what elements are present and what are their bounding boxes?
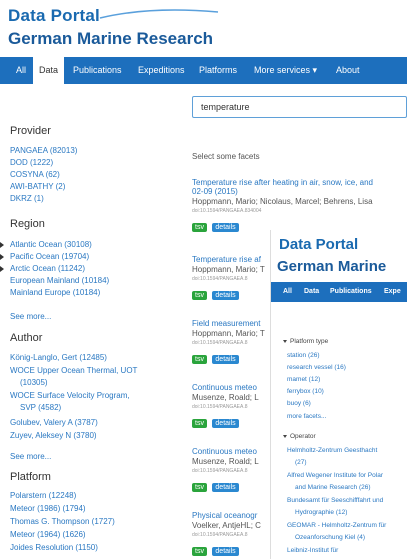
inset-nav: All Data Publications Expe [271, 282, 407, 302]
provider-item[interactable]: COSYNA (62) [10, 170, 60, 179]
operator-item[interactable]: Bundesamt für Seeschifffahrt und [287, 497, 383, 504]
inset-logo-title[interactable]: Data Portal [279, 236, 358, 253]
search-input[interactable] [192, 96, 407, 118]
operator-item[interactable]: GEOMAR - Helmholtz-Zentrum für [287, 522, 386, 529]
tsv-button[interactable]: tsv [192, 223, 207, 232]
operator-label[interactable]: Operator [283, 433, 316, 440]
tsv-button[interactable]: tsv [192, 291, 207, 300]
nav-platforms[interactable]: Platforms [193, 57, 243, 84]
platform-type-label[interactable]: Platform type [283, 338, 328, 345]
platform-type-item[interactable]: ferrybox (10) [287, 388, 324, 395]
details-button[interactable]: details [212, 355, 239, 364]
main-nav: All Data Publications Expeditions Platfo… [0, 57, 407, 84]
region-see-more[interactable]: See more... [10, 312, 51, 321]
logo-swoosh-icon [99, 9, 219, 19]
nav-more-services[interactable]: More services ▾ [248, 57, 323, 84]
platform-type-item[interactable]: mamet (12) [287, 376, 320, 383]
platform-item[interactable]: Meteor (1964) (1626) [10, 530, 86, 539]
collapse-arrow-icon[interactable] [283, 434, 287, 438]
header: Data Portal German Marine Research [0, 0, 407, 56]
operator-item[interactable]: Helmholtz-Zentrum Geesthacht [287, 447, 377, 454]
operator-item-cont[interactable]: and Marine Research (26) [295, 484, 371, 491]
region-item[interactable]: Mainland Europe (10184) [10, 288, 100, 297]
region-item[interactable]: Pacific Ocean (19704) [0, 252, 89, 261]
nav-publications[interactable]: Publications [67, 57, 128, 84]
result-title[interactable]: Temperature rise after heating in air, s… [192, 178, 407, 187]
operator-item[interactable]: Alfred Wegener Institute for Polar [287, 472, 383, 479]
details-button[interactable]: details [212, 291, 239, 300]
nav-data[interactable]: Data [33, 57, 65, 84]
operator-item-cont[interactable]: Ozeanforschung Kiel (4) [295, 534, 365, 541]
select-facets-hint: Select some facets [192, 152, 260, 161]
author-item-cont[interactable]: SVP (4582) [20, 403, 61, 412]
expand-arrow-icon[interactable] [0, 266, 4, 272]
inset-panel: Data Portal German Marine All Data Publi… [270, 230, 407, 559]
logo-subtitle[interactable]: German Marine Research [8, 29, 213, 49]
platform-type-item[interactable]: buoy (6) [287, 400, 311, 407]
nav-about[interactable]: About [330, 57, 366, 84]
author-item[interactable]: WOCE Upper Ocean Thermal, UOT [10, 366, 137, 375]
operator-item[interactable]: Leibniz-Institut für [287, 547, 338, 554]
author-item-cont[interactable]: (10305) [20, 378, 48, 387]
provider-item[interactable]: DKRZ (1) [10, 194, 44, 203]
author-item[interactable]: Zuyev, Aleksey N (3780) [10, 431, 97, 440]
result-item: Temperature rise after heating in air, s… [192, 178, 407, 232]
details-button[interactable]: details [212, 223, 239, 232]
region-item[interactable]: European Mainland (10184) [10, 276, 109, 285]
platform-type-item[interactable]: research vessel (16) [287, 364, 346, 371]
nav-expeditions[interactable]: Expeditions [132, 57, 191, 84]
more-facets-link[interactable]: more facets... [287, 413, 326, 420]
operator-item-cont[interactable]: Hydrographie (12) [295, 509, 347, 516]
provider-item[interactable]: AWI-BATHY (2) [10, 182, 65, 191]
tsv-button[interactable]: tsv [192, 547, 207, 556]
inset-nav-data[interactable]: Data [304, 282, 319, 302]
inset-nav-publications[interactable]: Publications [330, 282, 372, 302]
expand-arrow-icon[interactable] [0, 254, 4, 260]
details-button[interactable]: details [212, 419, 239, 428]
tsv-button[interactable]: tsv [192, 419, 207, 428]
platform-item[interactable]: Polarstern (12248) [10, 491, 76, 500]
details-button[interactable]: details [212, 547, 239, 556]
result-title-cont[interactable]: 02-09 (2015) [192, 187, 407, 196]
author-item[interactable]: König-Langlo, Gert (12485) [10, 353, 107, 362]
provider-item[interactable]: DOD (1222) [10, 158, 53, 167]
platform-item[interactable]: Joides Resolution (1150) [10, 543, 98, 552]
platform-item[interactable]: Meteor (1986) (1794) [10, 504, 86, 513]
inset-nav-all[interactable]: All [283, 282, 292, 302]
platform-title: Platform [10, 471, 51, 483]
author-see-more[interactable]: See more... [10, 452, 51, 461]
author-title: Author [10, 332, 43, 344]
collapse-arrow-icon[interactable] [283, 339, 287, 343]
region-title: Region [10, 218, 45, 230]
details-button[interactable]: details [212, 483, 239, 492]
platform-item[interactable]: Thomas G. Thompson (1727) [10, 517, 115, 526]
tsv-button[interactable]: tsv [192, 355, 207, 364]
nav-all[interactable]: All [10, 57, 32, 84]
provider-title: Provider [10, 125, 51, 137]
platform-type-item[interactable]: station (26) [287, 352, 320, 359]
author-item[interactable]: WOCE Surface Velocity Program, [10, 391, 130, 400]
inset-nav-expeditions[interactable]: Expe [384, 282, 401, 302]
region-item[interactable]: Arctic Ocean (11242) [0, 264, 85, 273]
tsv-button[interactable]: tsv [192, 483, 207, 492]
inset-logo-subtitle[interactable]: German Marine [277, 258, 386, 275]
region-item[interactable]: Atlantic Ocean (30108) [0, 240, 92, 249]
expand-arrow-icon[interactable] [0, 242, 4, 248]
author-item[interactable]: Golubev, Valery A (3787) [10, 418, 98, 427]
result-authors: Hoppmann, Mario; Nicolaus, Marcel; Behre… [192, 197, 373, 206]
provider-item[interactable]: PANGAEA (82013) [10, 146, 77, 155]
operator-item-cont[interactable]: (27) [295, 459, 307, 466]
result-doi[interactable]: doi:10.1594/PANGAEA.834004 [192, 208, 407, 214]
